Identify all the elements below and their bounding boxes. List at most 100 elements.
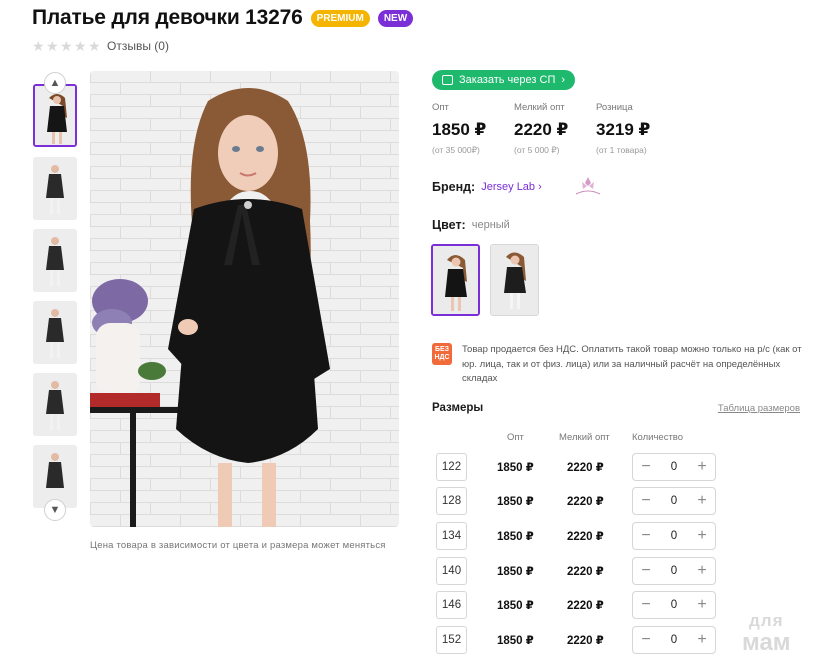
minus-button[interactable]: − <box>639 528 653 544</box>
column-header-opt: Опт <box>507 432 524 443</box>
price-label: Мелкий опт <box>514 102 565 113</box>
dress-photo-thumb <box>33 157 77 220</box>
quantity-input[interactable]: 0 <box>671 599 677 611</box>
quantity-input[interactable]: 0 <box>671 634 677 646</box>
size-small-opt-price: 2220 ₽ <box>567 600 604 612</box>
chevron-up-icon[interactable]: ▲ <box>44 72 66 94</box>
reviews-link[interactable]: Отзывы (0) <box>107 39 169 53</box>
plus-button[interactable]: + <box>695 597 709 613</box>
star-icon: ★ <box>60 37 73 54</box>
thumbnail-4[interactable] <box>33 301 77 364</box>
size-row: 134 1850 ₽ 2220 ₽ − 0 + <box>436 522 816 550</box>
thumbnail-3[interactable] <box>33 229 77 292</box>
size-small-opt-price: 2220 ₽ <box>567 531 604 543</box>
size-value: 134 <box>436 522 467 550</box>
dress-photo-thumb <box>35 86 75 145</box>
price-note: Цена товара в зависимости от цвета и раз… <box>90 540 386 551</box>
chevron-right-icon: › <box>538 181 542 193</box>
order-button-label: Заказать через СП <box>459 74 556 86</box>
quantity-input[interactable]: 0 <box>671 461 677 473</box>
quantity-stepper: − 0 + <box>632 522 716 550</box>
main-product-photo[interactable] <box>90 71 399 527</box>
price-opt: Опт 1850 ₽ (от 35 000₽) <box>432 102 514 156</box>
star-icon: ★ <box>32 37 45 54</box>
quantity-input[interactable]: 0 <box>671 565 677 577</box>
page-title: Платье для девочки 13276 <box>32 6 303 29</box>
quantity-input[interactable]: 0 <box>671 495 677 507</box>
size-opt-price: 1850 ₽ <box>497 462 534 474</box>
minus-button[interactable]: − <box>639 597 653 613</box>
brand-row: Бренд: Jersey Lab › <box>432 174 608 200</box>
quantity-input[interactable]: 0 <box>671 530 677 542</box>
new-badge: NEW <box>377 9 414 27</box>
vat-notice: БЕЗ НДС Товар продается без НДС. Оплатит… <box>432 343 802 387</box>
column-header-quantity: Количество <box>632 432 684 443</box>
size-small-opt-price: 2220 ₽ <box>567 496 604 508</box>
sizes-header: Размеры Таблица размеров <box>432 402 800 414</box>
plus-button[interactable]: + <box>695 563 709 579</box>
star-icon: ★ <box>74 37 87 54</box>
quantity-stepper: − 0 + <box>632 453 716 481</box>
minus-button[interactable]: − <box>639 563 653 579</box>
rating-row: ★ ★ ★ ★ ★ Отзывы (0) <box>32 37 169 54</box>
size-opt-price: 1850 ₽ <box>497 496 534 508</box>
cart-icon <box>442 75 453 85</box>
minus-button[interactable]: − <box>639 632 653 648</box>
color-swatch-black[interactable] <box>431 244 480 316</box>
size-opt-price: 1850 ₽ <box>497 566 534 578</box>
title-row: Платье для девочки 13276 PREMIUM NEW <box>32 6 414 30</box>
sizes-column-headers: Опт Мелкий опт Количество <box>0 432 827 446</box>
price-retail: Розница 3219 ₽ (от 1 товара) <box>596 102 678 156</box>
plus-button[interactable]: + <box>695 632 709 648</box>
size-small-opt-price: 2220 ₽ <box>567 566 604 578</box>
quantity-stepper: − 0 + <box>632 626 716 654</box>
sizes-title: Размеры <box>432 402 484 414</box>
price-value: 1850 ₽ <box>432 120 487 139</box>
price-condition: (от 1 товара) <box>596 145 647 155</box>
no-vat-icon: БЕЗ НДС <box>432 343 452 365</box>
brand-link[interactable]: Jersey Lab › <box>481 181 542 193</box>
dress-photo-thumb <box>33 229 77 292</box>
plus-button[interactable]: + <box>695 493 709 509</box>
dress-photo-swatch <box>491 245 538 315</box>
size-opt-price: 1850 ₽ <box>497 531 534 543</box>
dress-photo-swatch <box>433 246 478 314</box>
quantity-stepper: − 0 + <box>632 487 716 515</box>
vat-text: Товар продается без НДС. Оплатить такой … <box>462 344 802 384</box>
minus-button[interactable]: − <box>639 459 653 475</box>
thumbnail-gallery: ▲ ▼ <box>32 72 78 522</box>
color-row: Цвет: черный <box>432 218 510 232</box>
size-row: 140 1850 ₽ 2220 ₽ − 0 + <box>436 557 816 585</box>
watermark: для мам <box>742 610 791 655</box>
chevron-down-icon[interactable]: ▼ <box>44 499 66 521</box>
brand-logo-image <box>575 177 601 195</box>
quantity-stepper: − 0 + <box>632 557 716 585</box>
dress-photo-thumb <box>33 373 77 436</box>
size-small-opt-price: 2220 ₽ <box>567 462 604 474</box>
minus-button[interactable]: − <box>639 493 653 509</box>
size-chart-link[interactable]: Таблица размеров <box>718 403 800 414</box>
size-row: 122 1850 ₽ 2220 ₽ − 0 + <box>436 453 816 481</box>
brand-name: Jersey Lab <box>481 181 536 193</box>
order-via-sp-button[interactable]: Заказать через СП › <box>432 70 576 90</box>
size-opt-price: 1850 ₽ <box>497 600 534 612</box>
column-header-small-opt: Мелкий опт <box>559 432 610 443</box>
price-condition: (от 5 000 ₽) <box>514 145 560 155</box>
price-small-opt: Мелкий опт 2220 ₽ (от 5 000 ₽) <box>514 102 596 156</box>
dress-photo <box>90 71 399 527</box>
chevron-right-icon: › <box>561 74 566 86</box>
plus-button[interactable]: + <box>695 528 709 544</box>
size-small-opt-price: 2220 ₽ <box>567 635 604 647</box>
color-swatch-variant[interactable] <box>490 244 539 316</box>
price-label: Розница <box>596 102 633 113</box>
thumbnail-5[interactable] <box>33 373 77 436</box>
brand-logo[interactable] <box>568 174 608 200</box>
thumbnail-2[interactable] <box>33 157 77 220</box>
dress-photo-thumb <box>33 301 77 364</box>
size-value: 122 <box>436 453 467 481</box>
plus-button[interactable]: + <box>695 459 709 475</box>
star-icon: ★ <box>46 37 59 54</box>
size-value: 128 <box>436 487 467 515</box>
size-value: 146 <box>436 591 467 619</box>
size-value: 152 <box>436 626 467 654</box>
